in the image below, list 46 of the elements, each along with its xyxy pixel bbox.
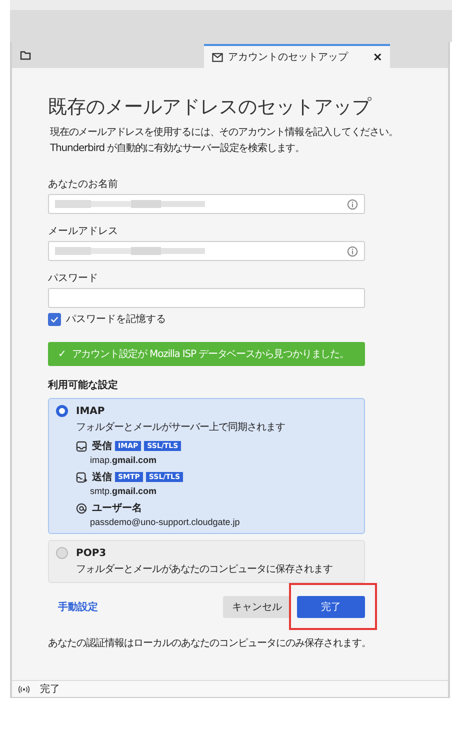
host-domain: gmail.com (112, 486, 157, 496)
protocol-option[interactable]: POP3 フォルダーとメールがあなたのコンピュータに保存されます (48, 540, 365, 583)
server-label: ユーザー名 (92, 502, 142, 515)
radio-button[interactable] (56, 547, 68, 559)
outbox-icon (76, 472, 87, 482)
at-sign-icon (76, 502, 87, 514)
checkbox-label: パスワードを記憶する (66, 312, 166, 326)
page-heading: 既存のメールアドレスのセットアップ (48, 95, 372, 120)
input-field[interactable] (48, 241, 365, 261)
option-name: IMAP (76, 406, 105, 416)
close-button[interactable]: ✕ (373, 50, 382, 64)
input-field[interactable] (48, 194, 365, 214)
footnote-text: あなたの認証情報はローカルのあなたのコンピュータにのみ保存されます。 (48, 636, 372, 650)
folder-icon[interactable] (20, 50, 31, 60)
option-name: POP3 (76, 548, 106, 558)
envelope-icon (212, 52, 223, 62)
manual-setup-link[interactable]: 手動設定 (58, 600, 98, 614)
field-label: パスワード (48, 272, 99, 285)
done-button[interactable]: 完了 (297, 596, 365, 618)
banner-text: アカウント設定が Mozilla ISP データベースから見つかりました。 (72, 348, 349, 361)
user-name-value: passdemo@uno-support.cloudgate.jp (90, 517, 241, 527)
field-label: あなたのお名前 (48, 178, 119, 191)
tab[interactable]: アカウントのセットアップ ✕ (204, 44, 390, 68)
server-label: 受信 (92, 440, 112, 453)
input-field[interactable] (48, 288, 365, 308)
option-description: フォルダーとメールがあなたのコンピュータに保存されます (76, 563, 334, 576)
info-icon (347, 246, 358, 256)
signal-icon (18, 684, 30, 694)
section-heading: 利用可能な設定 (48, 378, 119, 392)
check-icon: ✓ (58, 348, 66, 360)
description-text: 現在のメールアドレスを使用するには、そのアカウント情報を記入してください。 (50, 126, 399, 139)
radio-button[interactable] (56, 405, 68, 417)
status-text: 完了 (40, 682, 60, 696)
info-icon (347, 198, 358, 210)
option-description: フォルダーとメールがサーバー上で同期されます (76, 420, 286, 434)
host-domain: gmail.com (112, 455, 157, 465)
checkmark-icon (50, 314, 59, 324)
tab-title: アカウントのセットアップ (228, 50, 348, 64)
checkbox[interactable] (48, 312, 61, 326)
description-text: Thunderbird が自動的に有効なサーバー設定を検索します。 (50, 142, 306, 155)
inbox-icon (76, 440, 87, 452)
cancel-button[interactable]: キャンセル (223, 596, 291, 618)
server-label: 送信 (92, 470, 112, 484)
host-prefix: smtp. (90, 486, 112, 496)
host-prefix: imap. (90, 455, 112, 465)
field-label: メールアドレス (48, 225, 119, 238)
